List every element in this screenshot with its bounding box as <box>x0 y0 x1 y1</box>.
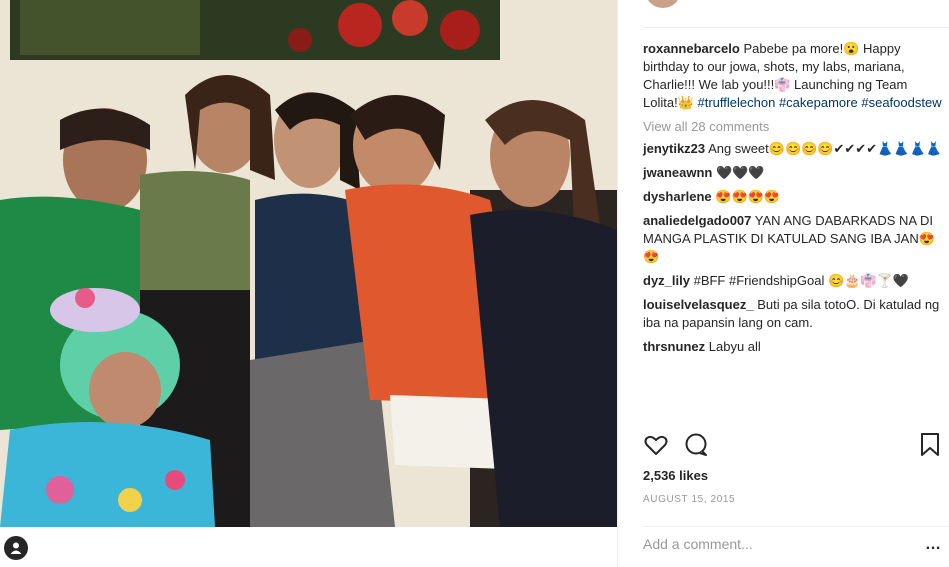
comments-section: roxannebarcelo Pabebe pa more!😮 Happy bi… <box>643 40 943 362</box>
comment-text: #BFF #FriendshipGoal 😊🎂👘🍸🖤 <box>693 273 909 288</box>
comment-text: 🖤🖤🖤 <box>715 165 765 180</box>
divider <box>643 27 949 28</box>
comment-username[interactable]: dyz_lily <box>643 273 690 288</box>
add-comment-input[interactable]: Add a comment... <box>643 536 753 552</box>
comment-text: Ang sweet😊😊😊😊✔✔✔✔👗👗👗👗 <box>708 141 942 156</box>
comment-item: louiselvelasquez_ Buti pa sila totoO. Di… <box>643 296 943 332</box>
caption: roxannebarcelo Pabebe pa more!😮 Happy bi… <box>643 40 943 112</box>
comment-username[interactable]: thrsnunez <box>643 339 705 354</box>
comment-item: analiedelgado007 YAN ANG DABARKADS NA DI… <box>643 212 943 266</box>
comment-text: 😍😍😍😍 <box>715 189 781 204</box>
comment-item: jwaneawnn 🖤🖤🖤 <box>643 164 943 182</box>
comment-username[interactable]: jwaneawnn <box>643 165 712 180</box>
post-photo[interactable] <box>0 0 617 527</box>
comment-item: thrsnunez Labyu all <box>643 338 943 356</box>
more-options-icon[interactable]: … <box>925 536 942 554</box>
comment-item: jenytikz23 Ang sweet😊😊😊😊✔✔✔✔👗👗👗👗 <box>643 140 943 158</box>
likes-count[interactable]: 2,536 likes <box>643 468 708 483</box>
person-tag-icon[interactable] <box>4 536 28 560</box>
view-all-comments-link[interactable]: View all 28 comments <box>643 118 943 136</box>
divider <box>643 526 949 527</box>
comment-username[interactable]: analiedelgado007 <box>643 213 751 228</box>
bookmark-icon[interactable] <box>919 432 945 458</box>
photo-footer-space <box>0 527 617 567</box>
comment-username[interactable]: dysharlene <box>643 189 712 204</box>
hashtag[interactable]: #cakepamore <box>779 95 858 110</box>
comment-icon[interactable] <box>683 432 709 458</box>
comment-text: Labyu all <box>708 339 761 354</box>
comment-item: dyz_lily #BFF #FriendshipGoal 😊🎂👘🍸🖤 <box>643 272 943 290</box>
post-date: AUGUST 15, 2015 <box>643 494 736 505</box>
action-bar <box>643 432 939 460</box>
comment-username[interactable]: louiselvelasquez_ <box>643 297 754 312</box>
comment-username[interactable]: jenytikz23 <box>643 141 705 156</box>
hashtag[interactable]: #seafoodstew <box>861 95 941 110</box>
group-photo-image <box>0 0 617 527</box>
heart-icon[interactable] <box>643 432 669 458</box>
hashtag[interactable]: #trufflelechon <box>698 95 776 110</box>
caption-username[interactable]: roxannebarcelo <box>643 41 740 56</box>
comment-item: dysharlene 😍😍😍😍 <box>643 188 943 206</box>
